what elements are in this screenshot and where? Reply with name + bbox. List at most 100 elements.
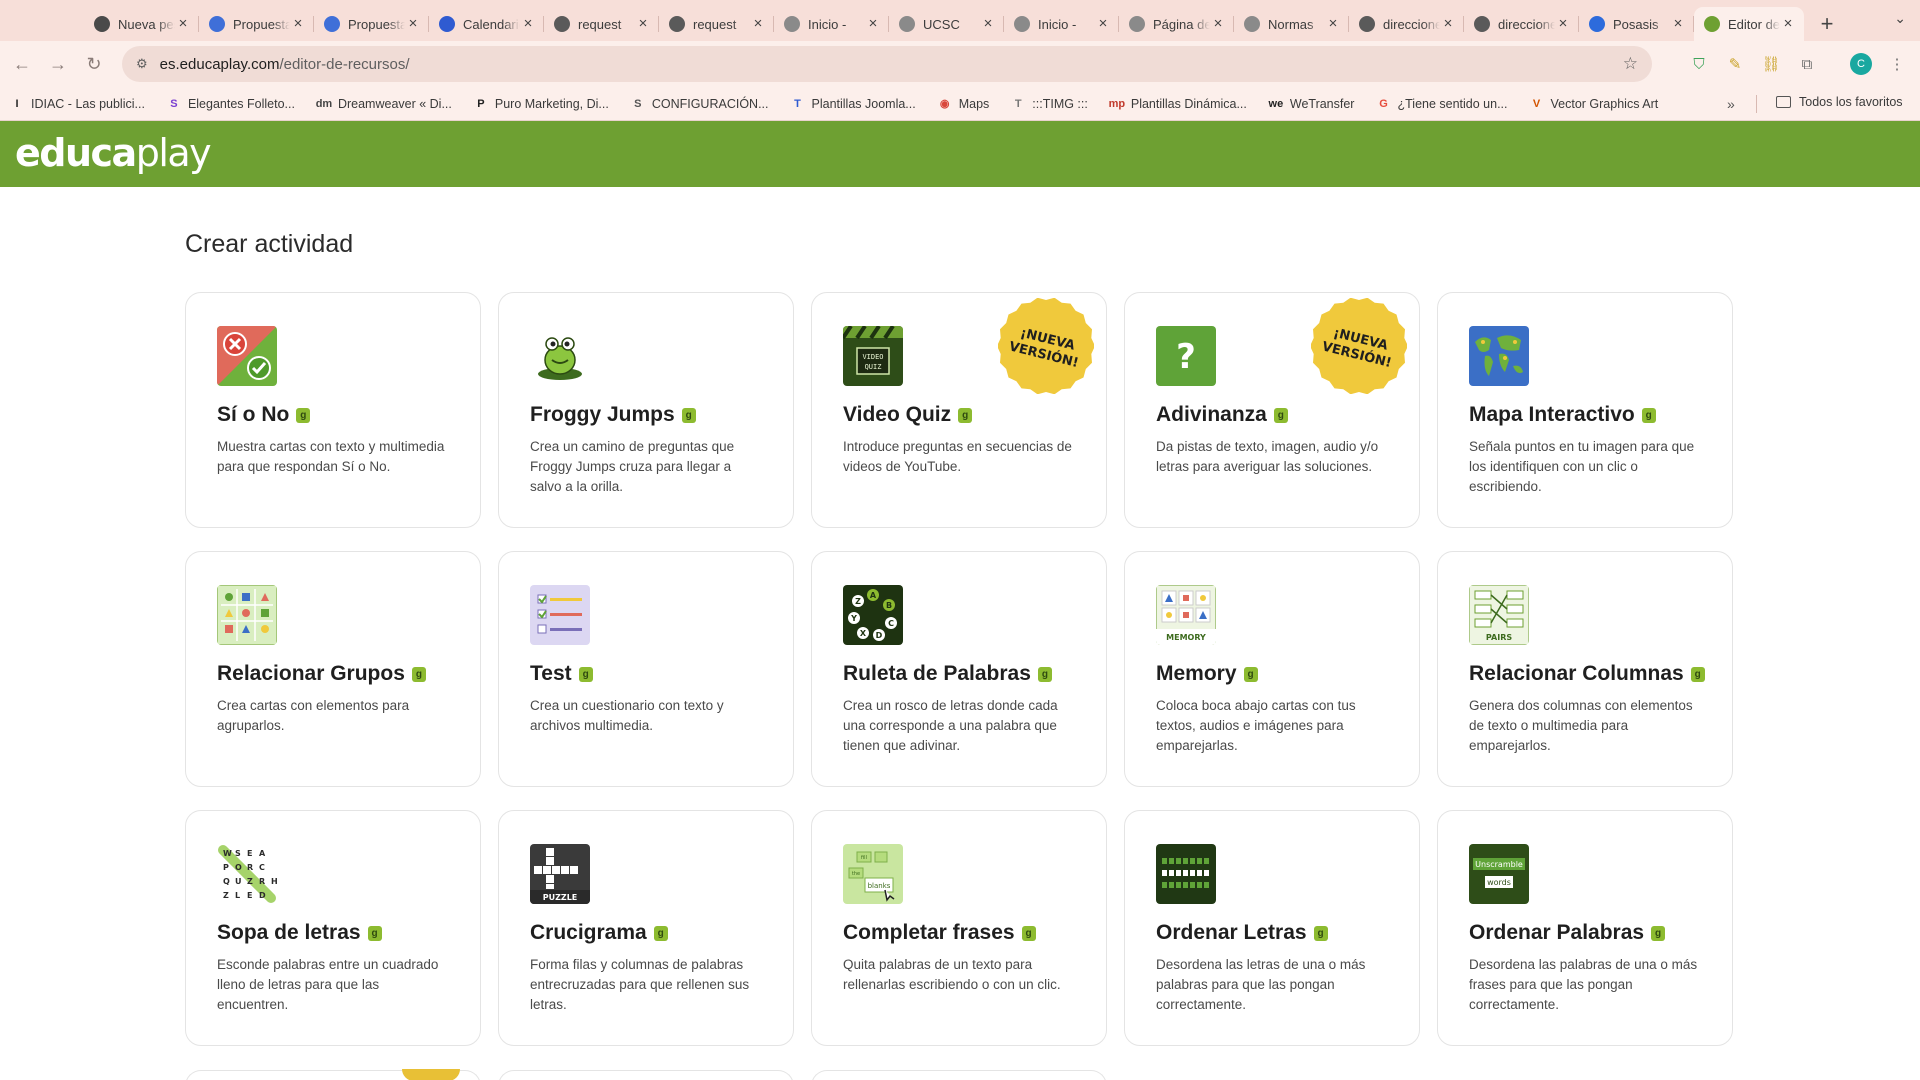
bookmark-item[interactable]: T Plantillas Joomla... xyxy=(791,97,916,111)
pencil-extension-icon[interactable]: ✎ xyxy=(1724,53,1746,75)
activity-description: Desordena las palabras de una o más fras… xyxy=(1469,957,1698,1012)
activity-title: Sí o No g xyxy=(217,403,455,427)
activity-card[interactable]: A B C D X Y Z Ruleta de Palabras g Crea un rosco … xyxy=(811,551,1107,787)
bookmark-item[interactable]: S Elegantes Folleto... xyxy=(167,97,295,111)
premium-badge-icon: g xyxy=(958,407,973,423)
activity-card-partial[interactable] xyxy=(498,1070,794,1080)
tab-close-icon[interactable]: × xyxy=(1555,16,1571,32)
tab-close-icon[interactable]: × xyxy=(750,16,766,32)
address-bar[interactable]: ⚙ es.educaplay.com/editor-de-recursos/ ☆ xyxy=(122,46,1652,82)
back-button[interactable]: ← xyxy=(4,46,40,82)
tab-title: Propuesta xyxy=(348,16,405,32)
activity-title-text: Test xyxy=(530,662,572,685)
svg-text:X: X xyxy=(860,629,867,638)
bookmark-label: :::TIMG ::: xyxy=(1032,96,1088,111)
browser-tab[interactable]: Editor de × xyxy=(1694,7,1804,41)
activity-card[interactable]: Froggy Jumps g Crea un camino de preguntas… xyxy=(498,292,794,528)
browser-tab[interactable]: direcciones× xyxy=(1464,7,1579,41)
premium-badge-icon: g xyxy=(1021,925,1036,941)
adblock-shield-icon[interactable]: ⛉ xyxy=(1688,53,1710,75)
browser-tab[interactable]: Normas × xyxy=(1234,7,1349,41)
browser-tab[interactable]: Página de × xyxy=(1119,7,1234,41)
svg-text:R: R xyxy=(247,863,253,872)
bookmark-item[interactable]: ◉ Maps xyxy=(938,97,989,111)
tab-close-icon[interactable]: × xyxy=(1440,16,1456,32)
tab-close-icon[interactable]: × xyxy=(290,16,306,32)
tab-close-icon[interactable]: × xyxy=(1780,16,1796,32)
activity-card-partial[interactable] xyxy=(185,1069,481,1080)
more-bookmarks-icon[interactable]: » xyxy=(1727,96,1735,112)
activity-card[interactable]: Ordenar Letras g Desordena las letras de u… xyxy=(1124,810,1420,1046)
tab-close-icon[interactable]: × xyxy=(405,16,421,32)
bookmark-item[interactable]: dm Dreamweaver « Di... xyxy=(316,97,452,111)
premium-badge-icon: g xyxy=(1641,407,1656,423)
browser-tab[interactable]: request × xyxy=(544,7,659,41)
activity-card[interactable]: Relacionar Grupos g Crea cartas con elemen… xyxy=(185,551,481,787)
browser-tab[interactable]: UCSC × xyxy=(889,7,1004,41)
tab-search-chevron-icon[interactable]: ⌄ xyxy=(1894,10,1906,27)
bookmark-star-icon[interactable]: ☆ xyxy=(1623,54,1638,74)
activity-card[interactable]: Sí o No g Muestra cartas con texto y multi… xyxy=(185,292,481,528)
educaplay-logo[interactable]: educaplay xyxy=(15,131,212,175)
bookmark-item[interactable]: I IDIAC - Las publici... xyxy=(10,97,144,111)
activity-description: Muestra cartas con texto y multimedia pa… xyxy=(217,439,445,474)
activity-title-text: Completar frases xyxy=(843,921,1015,944)
activity-card[interactable]: PUZZLE Crucigrama g Forma filas y columnas … xyxy=(498,810,794,1046)
all-bookmarks-folder[interactable]: Todos los favoritos xyxy=(1776,95,1903,109)
browser-tab[interactable]: Posasis × xyxy=(1579,7,1694,41)
tab-close-icon[interactable]: × xyxy=(1670,16,1686,32)
link-extension-icon[interactable]: ⛓ xyxy=(1760,53,1782,75)
activity-card[interactable]: fill the blanks Completar frases g Quita pala… xyxy=(811,810,1107,1046)
browser-tab[interactable]: Propuesta × xyxy=(314,7,429,41)
activity-card[interactable]: MEMORY Memory g Coloca boca abajo cartas co… xyxy=(1124,551,1420,787)
browser-tab[interactable]: request × xyxy=(659,7,774,41)
activity-card[interactable]: VIDEO QUIZ Video Quiz g Introduce preguntas … xyxy=(811,292,1107,528)
tab-close-icon[interactable]: × xyxy=(635,16,651,32)
bookmark-item[interactable]: T:::TIMG ::: xyxy=(1011,97,1088,111)
tab-close-icon[interactable]: × xyxy=(1325,16,1341,32)
activity-card[interactable]: PAIRS Relacionar Columnas g Genera dos colu… xyxy=(1437,551,1733,787)
bookmark-item[interactable]: P Puro Marketing, Di... xyxy=(474,97,609,111)
activity-card[interactable]: Unscramble words Ordenar Palabras g Desorden… xyxy=(1437,810,1733,1046)
bookmark-item[interactable]: we WeTransfer xyxy=(1269,97,1355,111)
all-bookmarks-label: Todos los favoritos xyxy=(1799,95,1903,109)
activity-card-partial[interactable] xyxy=(811,1070,1107,1080)
tab-close-icon[interactable]: × xyxy=(865,16,881,32)
activity-card[interactable]: Test g Crea un cuestionario con texto y ar… xyxy=(498,551,794,787)
tab-close-icon[interactable]: × xyxy=(175,16,191,32)
browser-tab[interactable]: Inicio - × xyxy=(1004,7,1119,41)
bookmark-item[interactable]: G ¿Tiene sentido un... xyxy=(1376,97,1507,111)
activity-card[interactable]: Mapa Interactivo g Señala puntos en tu ima… xyxy=(1437,292,1733,528)
browser-tab[interactable]: Calendario × xyxy=(429,7,544,41)
folder-icon xyxy=(1776,96,1791,108)
browser-tab[interactable]: Propuesta × xyxy=(199,7,314,41)
activity-card[interactable]: W S E A P O R C Q U Z R H Z L E D Sopa de letras g Esconde … xyxy=(185,810,481,1046)
globe-icon xyxy=(1359,16,1375,32)
premium-badge-icon: g xyxy=(411,666,426,682)
site-info-icon[interactable]: ⚙ xyxy=(136,56,148,72)
svg-text:U: U xyxy=(235,877,242,886)
bookmark-favicon-icon: T xyxy=(794,97,801,110)
bookmark-item[interactable]: mp Plantillas Dinámica... xyxy=(1109,97,1247,111)
activity-card[interactable]: ? Adivinanza g Da pistas de texto, imagen, … xyxy=(1124,292,1420,528)
browser-menu-icon[interactable]: ⋮ xyxy=(1886,53,1908,75)
new-tab-button[interactable]: + xyxy=(1812,9,1842,39)
profile-avatar[interactable]: C xyxy=(1850,53,1872,75)
activity-title: Ordenar Palabras g xyxy=(1469,921,1707,945)
tab-close-icon[interactable]: × xyxy=(980,16,996,32)
browser-tab[interactable]: Inicio - × xyxy=(774,7,889,41)
bookmark-item[interactable]: V Vector Graphics Art xyxy=(1530,97,1658,111)
activity-title: Crucigrama g xyxy=(530,921,768,945)
tab-close-icon[interactable]: × xyxy=(1095,16,1111,32)
browser-tab[interactable]: Nueva pestaña× xyxy=(84,7,199,41)
shield-logo-icon xyxy=(1129,16,1145,32)
svg-text:H: H xyxy=(271,877,277,886)
extensions-puzzle-icon[interactable]: ⧉ xyxy=(1796,53,1818,75)
tab-close-icon[interactable]: × xyxy=(520,16,536,32)
browser-tab[interactable]: direcciones× xyxy=(1349,7,1464,41)
svg-text:words: words xyxy=(1487,878,1511,887)
bookmark-item[interactable]: S CONFIGURACIÓN... xyxy=(631,97,768,111)
tab-close-icon[interactable]: × xyxy=(1210,16,1226,32)
reload-button[interactable]: ↻ xyxy=(76,46,112,82)
forward-button[interactable]: → xyxy=(40,46,76,82)
